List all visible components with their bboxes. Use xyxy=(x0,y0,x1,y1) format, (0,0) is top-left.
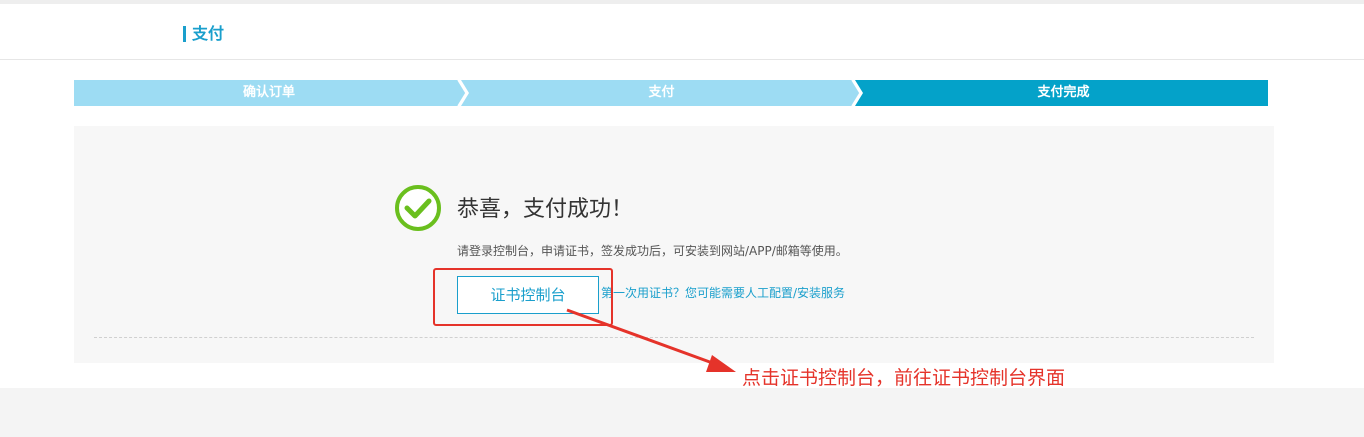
annotation-text: 点击证书控制台，前往证书控制台界面 xyxy=(742,367,1066,389)
annotation-arrow xyxy=(566,308,736,372)
